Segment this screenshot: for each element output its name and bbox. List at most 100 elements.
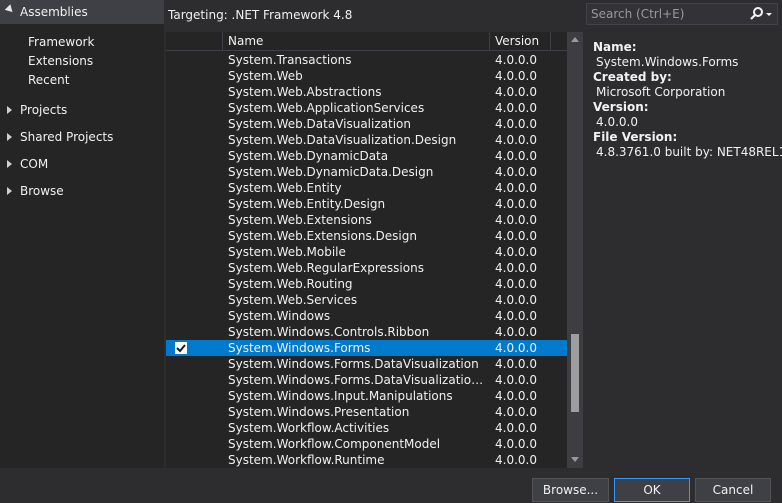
targeting-label: Targeting: .NET Framework 4.8 (168, 8, 353, 22)
assembly-version-cell: 4.0.0.0 (495, 133, 537, 147)
table-row[interactable]: System.Windows 4.0.0.0 (166, 308, 567, 324)
scroll-down-arrow-icon[interactable] (571, 457, 579, 462)
search-button[interactable] (745, 5, 775, 23)
table-row[interactable]: System.Web.Abstractions 4.0.0.0 (166, 84, 567, 100)
column-header-name[interactable]: Name (228, 34, 263, 48)
nav-item-browse[interactable]: Browse (0, 182, 164, 202)
assembly-version-cell: 4.0.0.0 (495, 325, 537, 339)
table-row[interactable]: System.Web.ApplicationServices 4.0.0.0 (166, 100, 567, 116)
vertical-scrollbar[interactable] (567, 32, 583, 468)
table-row[interactable]: System.Web.RegularExpressions 4.0.0.0 (166, 260, 567, 276)
nav-sub-item-recent[interactable]: Recent (28, 73, 69, 87)
assembly-version-cell: 4.0.0.0 (495, 389, 537, 403)
table-row[interactable]: System.Web.Routing 4.0.0.0 (166, 276, 567, 292)
assembly-name-cell: System.Web.DynamicData (228, 149, 389, 163)
assembly-name-cell: System.Web.Entity (228, 181, 342, 195)
table-row[interactable]: System.Windows.Forms 4.0.0.0 (166, 340, 567, 356)
assembly-name-cell: System.Web.Routing (228, 277, 353, 291)
table-row[interactable]: System.Web 4.0.0.0 (166, 68, 567, 84)
assembly-name-cell: System.Web.Abstractions (228, 85, 382, 99)
table-row[interactable]: System.Windows.Controls.Ribbon 4.0.0.0 (166, 324, 567, 340)
table-row[interactable]: System.Web.Extensions 4.0.0.0 (166, 212, 567, 228)
assembly-version-cell: 4.0.0.0 (495, 341, 537, 355)
table-row[interactable]: System.Web.DataVisualization.Design 4.0.0… (166, 132, 567, 148)
assembly-version-cell: 4.0.0.0 (495, 245, 537, 259)
assembly-version-cell: 4.0.0.0 (495, 293, 537, 307)
expanded-triangle-icon (4, 4, 16, 15)
table-row[interactable]: System.Web.Services 4.0.0.0 (166, 292, 567, 308)
assembly-version-cell: 4.0.0.0 (495, 421, 537, 435)
cancel-button[interactable]: Cancel (695, 478, 771, 502)
table-row[interactable]: System.Windows.Forms.DataVisualization.D… (166, 372, 567, 388)
nav-item-shared-projects[interactable]: Shared Projects (0, 128, 164, 148)
table-row[interactable]: System.Windows.Input.Manipulations 4.0.0.… (166, 388, 567, 404)
table-row[interactable]: System.Workflow.ComponentModel 4.0.0.0 (166, 436, 567, 452)
column-separator (222, 32, 223, 51)
collapsed-triangle-icon (7, 160, 12, 168)
assembly-name-cell: System.Workflow.ComponentModel (228, 437, 441, 451)
nav-item-label: COM (20, 157, 49, 171)
table-row[interactable]: System.Web.DynamicData.Design 4.0.0.0 (166, 164, 567, 180)
ok-button[interactable]: OK (614, 478, 690, 502)
assembly-version-cell: 4.0.0.0 (495, 261, 537, 275)
assembly-version-cell: 4.0.0.0 (495, 277, 537, 291)
assembly-name-cell: System.Web.Mobile (228, 245, 346, 259)
assembly-name-cell: System.Windows.Forms (228, 341, 371, 355)
assembly-name-cell: System.Windows.Forms.DataVisualization.D… (228, 373, 484, 387)
browse-button[interactable]: Browse... (532, 478, 609, 502)
assembly-name-cell: System.Web.DataVisualization.Design (228, 133, 457, 147)
table-row[interactable]: System.Web.Entity.Design 4.0.0.0 (166, 196, 567, 212)
detail-label: Name: (593, 40, 637, 54)
detail-label: Version: (593, 100, 649, 114)
checkbox-checked-icon[interactable] (175, 342, 187, 354)
assembly-name-cell: System.Workflow.Activities (228, 421, 390, 435)
assembly-version-cell: 4.0.0.0 (495, 149, 537, 163)
column-separator (489, 32, 490, 51)
assembly-name-cell: System.Windows.Presentation (228, 405, 410, 419)
assembly-name-cell: System.Web (228, 69, 303, 83)
assembly-version-cell: 4.0.0.0 (495, 181, 537, 195)
nav-item-label: Browse (20, 184, 64, 198)
assembly-version-cell: 4.0.0.0 (495, 101, 537, 115)
assembly-version-cell: 4.0.0.0 (495, 437, 537, 451)
table-row[interactable]: System.Web.DataVisualization 4.0.0.0 (166, 116, 567, 132)
column-header-version[interactable]: Version (495, 34, 539, 48)
table-row[interactable]: System.Web.Extensions.Design 4.0.0.0 (166, 228, 567, 244)
table-row[interactable]: System.Web.DynamicData 4.0.0.0 (166, 148, 567, 164)
assembly-version-cell: 4.0.0.0 (495, 85, 537, 99)
detail-value: Microsoft Corporation (596, 85, 726, 99)
table-row[interactable]: System.Workflow.Activities 4.0.0.0 (166, 420, 567, 436)
column-separator (550, 32, 551, 51)
details-panel: Name: System.Windows.Forms Created by: Micr… (593, 40, 782, 160)
assembly-name-cell: System.Web.Extensions.Design (228, 229, 417, 243)
detail-value: System.Windows.Forms (596, 55, 739, 69)
assembly-name-cell: System.Web.Extensions (228, 213, 372, 227)
table-row[interactable]: System.Windows.Presentation 4.0.0.0 (166, 404, 567, 420)
nav-sub-item-framework[interactable]: Framework (28, 35, 94, 49)
assembly-name-cell: System.Web.Entity.Design (228, 197, 386, 211)
table-row[interactable]: System.Web.Entity 4.0.0.0 (166, 180, 567, 196)
assembly-name-cell: System.Transactions (228, 53, 352, 67)
table-body: System.Transactions 4.0.0.0 System.Web 4.0.… (166, 52, 567, 468)
nav-item-label: Shared Projects (20, 130, 114, 144)
nav-item-projects[interactable]: Projects (0, 101, 164, 121)
nav-item-com[interactable]: COM (0, 155, 164, 175)
search-input[interactable] (591, 6, 741, 22)
assembly-version-cell: 4.0.0.0 (495, 373, 537, 387)
scroll-up-arrow-icon[interactable] (571, 37, 579, 42)
assembly-version-cell: 4.0.0.0 (495, 165, 537, 179)
table-row[interactable]: System.Web.Mobile 4.0.0.0 (166, 244, 567, 260)
assembly-name-cell: System.Windows.Forms.DataVisualization (228, 357, 479, 371)
assembly-version-cell: 4.0.0.0 (495, 453, 537, 467)
table-row[interactable]: System.Workflow.Runtime 4.0.0.0 (166, 452, 567, 468)
assembly-name-cell: System.Workflow.Runtime (228, 453, 385, 467)
nav-item-assemblies[interactable]: Assemblies (0, 0, 164, 24)
assembly-version-cell: 4.0.0.0 (495, 229, 537, 243)
table-row[interactable]: System.Transactions 4.0.0.0 (166, 52, 567, 68)
search-box (586, 3, 778, 25)
assembly-table: Name Version System.Transactions 4.0.0.0 S… (166, 32, 567, 468)
table-row[interactable]: System.Windows.Forms.DataVisualization 4.… (166, 356, 567, 372)
assembly-version-cell: 4.0.0.0 (495, 213, 537, 227)
nav-sub-item-extensions[interactable]: Extensions (28, 54, 93, 68)
scroll-thumb[interactable] (571, 334, 579, 412)
